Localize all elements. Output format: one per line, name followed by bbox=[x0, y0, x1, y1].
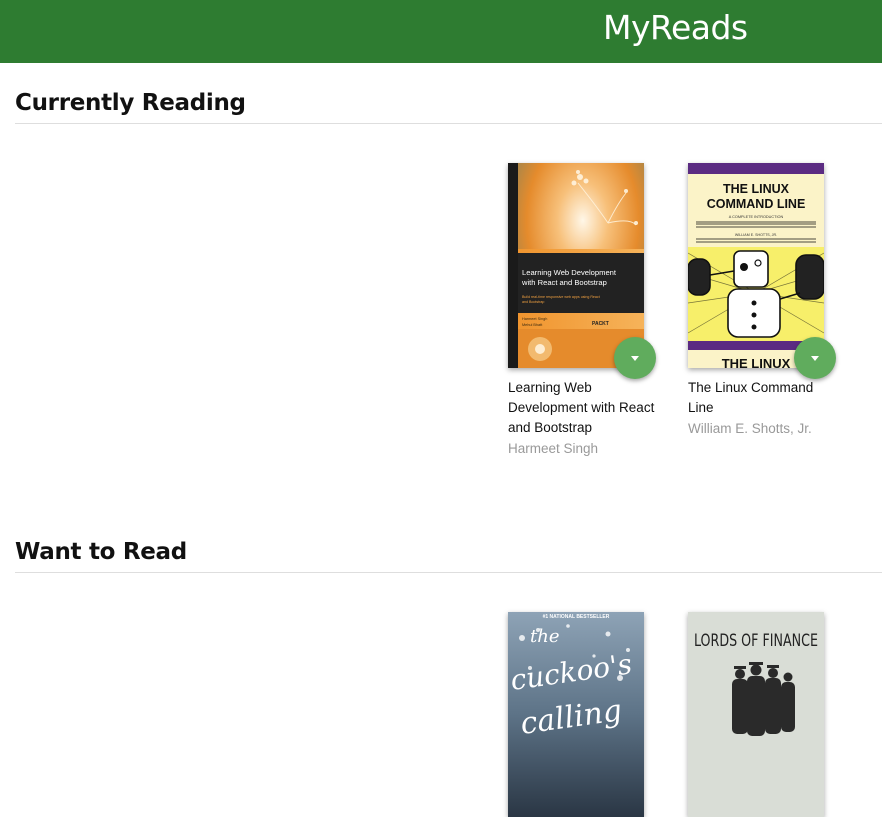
cover-author: WILLIAM E. SHOTTS, JR. bbox=[735, 233, 777, 237]
shelf-divider bbox=[15, 572, 882, 573]
book-cover[interactable]: #1 NATIONAL BESTSELLER the cuckoo's call… bbox=[508, 612, 644, 817]
cover-title-line1: Learning Web Development bbox=[522, 268, 617, 277]
cover-subtitle-line2: and Bootstrap bbox=[522, 300, 544, 304]
cover-title-line2: with React and Bootstrap bbox=[521, 278, 607, 287]
shelf-divider bbox=[15, 123, 882, 124]
shelf-changer-button[interactable] bbox=[614, 337, 656, 379]
cover-bottom-text: THE LINUX bbox=[722, 356, 791, 368]
book-cover[interactable]: THE LINUX COMMAND LINE A COMPLETE INTROD… bbox=[688, 163, 824, 368]
app-header: MyReads bbox=[0, 0, 882, 63]
shelf-changer-button[interactable] bbox=[794, 337, 836, 379]
cover-author-line2: Mehul Bhatt bbox=[522, 323, 543, 327]
book-authors: William E. Shotts, Jr. bbox=[688, 421, 812, 436]
book-authors: Harmeet Singh bbox=[508, 441, 599, 456]
book-cover[interactable]: Learning Web Development with React and … bbox=[508, 163, 644, 368]
book-title: The Linux Command Line bbox=[688, 380, 814, 415]
cover-subtitle-line1: Build real-time responsive web apps usin… bbox=[522, 295, 600, 299]
book-cover[interactable]: LORDS OF FINANCE bbox=[688, 612, 824, 817]
cover-title: LORDS OF FINANCE bbox=[694, 631, 818, 650]
triangle-down-icon bbox=[631, 356, 639, 361]
triangle-down-icon bbox=[811, 356, 819, 361]
shelf-title-want-to-read: Want to Read bbox=[15, 539, 187, 565]
cover-title-line2: COMMAND LINE bbox=[707, 197, 806, 211]
cover-title-line1: the bbox=[530, 626, 559, 647]
shelf-title-currently-reading: Currently Reading bbox=[15, 90, 246, 116]
cover-publisher-logo: PACKT bbox=[592, 321, 609, 327]
cover-subtitle: A COMPLETE INTRODUCTION bbox=[729, 215, 784, 219]
cover-author-line1: Harmeet Singh bbox=[522, 317, 547, 321]
cover-title-line1: THE LINUX bbox=[723, 182, 790, 196]
cover-banner: #1 NATIONAL BESTSELLER bbox=[543, 614, 610, 620]
book-title: Learning Web Development with React and … bbox=[508, 380, 655, 435]
app-title: MyReads bbox=[603, 8, 748, 47]
